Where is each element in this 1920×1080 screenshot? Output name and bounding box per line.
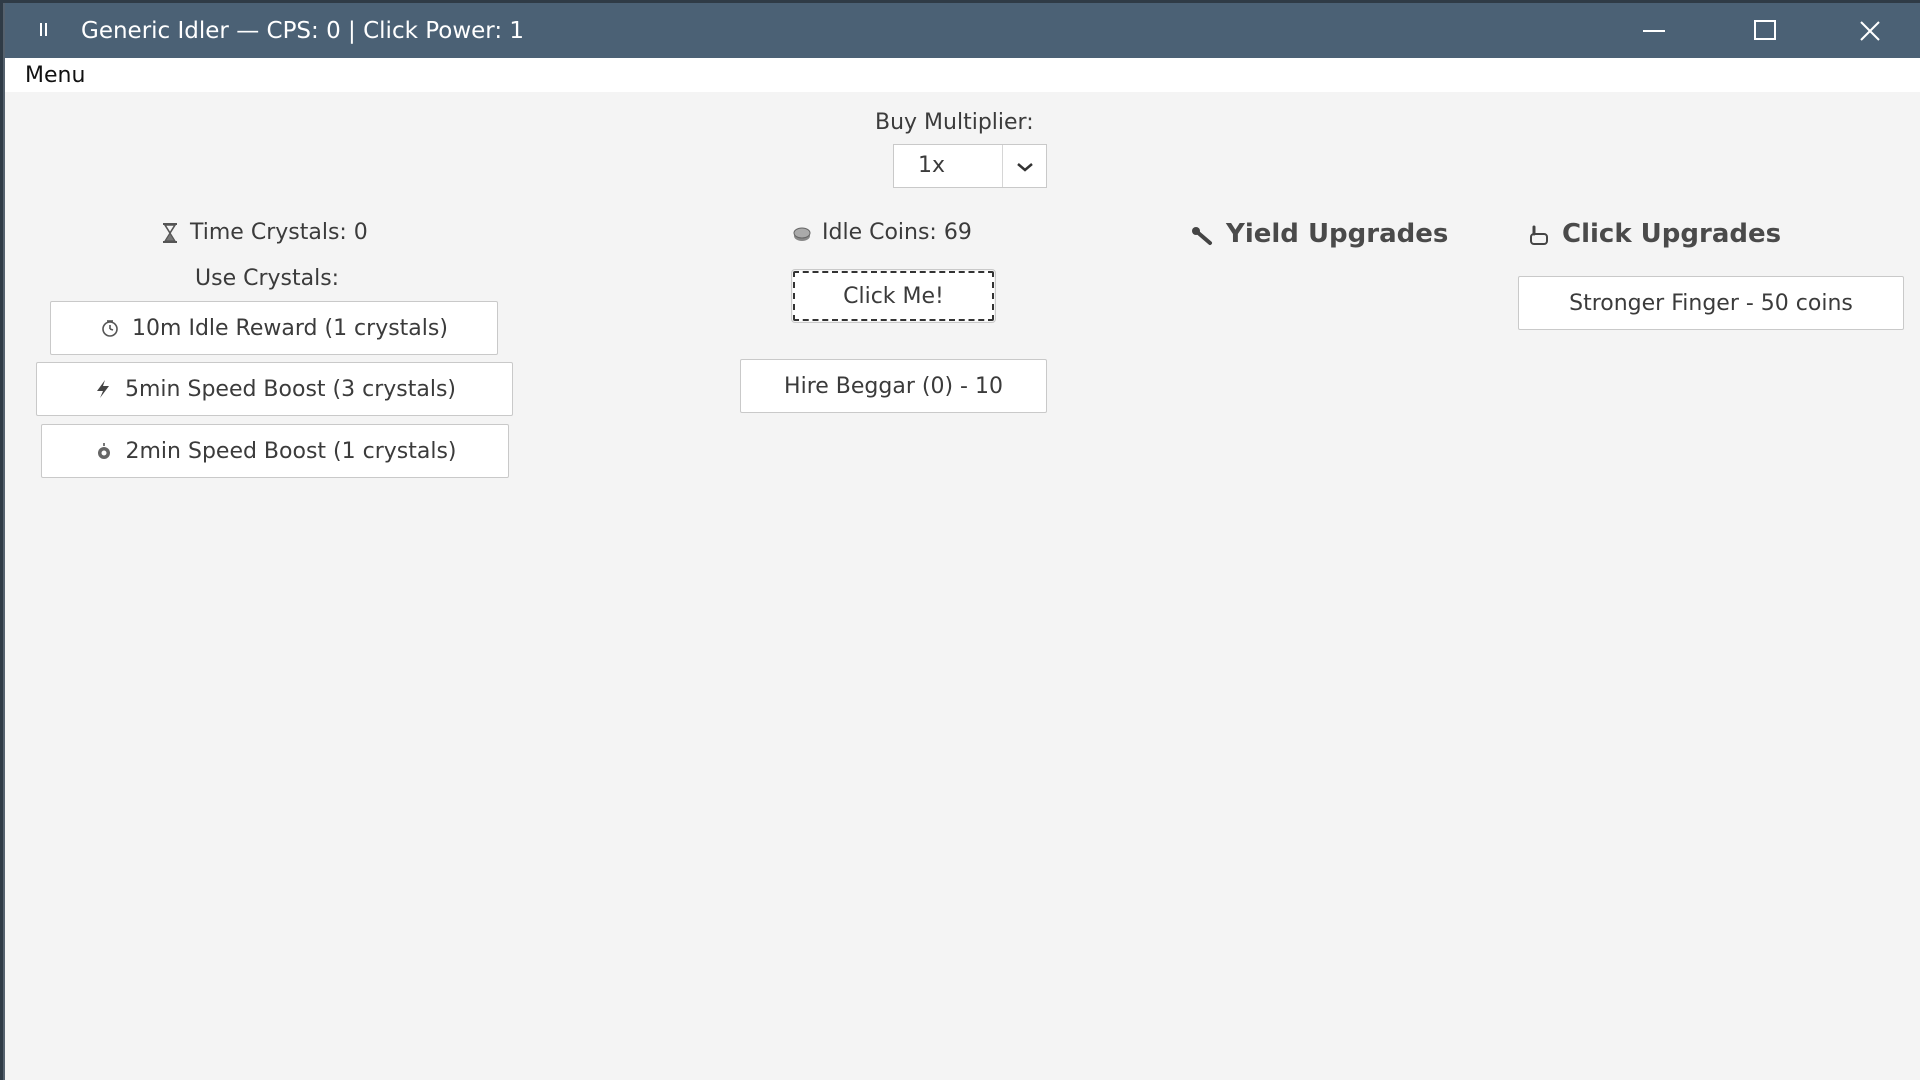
chevron-down-icon (1017, 163, 1033, 172)
use-crystals-label: Use Crystals: (195, 266, 340, 291)
app-icon (39, 23, 49, 37)
click-me-button[interactable]: Click Me! (791, 269, 996, 323)
buy-multiplier-label: Buy Multiplier: (875, 110, 1034, 135)
select-divider (1002, 145, 1003, 187)
click-upgrades-heading: Click Upgrades (1526, 219, 1781, 249)
menu-item-menu[interactable]: Menu (25, 63, 85, 89)
app-window: Generic Idler — CPS: 0 | Click Power: 1 … (3, 3, 1920, 1080)
yield-upgrades-text: Yield Upgrades (1226, 219, 1449, 249)
lightning-icon (97, 380, 109, 398)
buy-multiplier-select[interactable]: 1x (893, 144, 1047, 188)
idle-reward-label: 10m Idle Reward (1 crystals) (132, 315, 448, 341)
clock-icon (102, 320, 118, 337)
idle-reward-button[interactable]: 10m Idle Reward (1 crystals) (50, 301, 498, 355)
minimize-icon (1643, 30, 1665, 32)
time-crystals-label: Time Crystals: 0 (160, 220, 368, 246)
wrench-icon (1192, 226, 1212, 245)
coins-icon (793, 227, 811, 241)
yield-upgrades-heading: Yield Upgrades (1190, 219, 1448, 249)
idle-coins-text: Idle Coins: 69 (822, 220, 972, 245)
window-title: Generic Idler — CPS: 0 | Click Power: 1 (81, 18, 525, 44)
buy-multiplier-value: 1x (918, 153, 946, 178)
hire-beggar-button[interactable]: Hire Beggar (0) - 10 (740, 359, 1047, 413)
close-button[interactable] (1822, 3, 1920, 58)
speed-boost-2min-button[interactable]: 2min Speed Boost (1 crystals) (41, 424, 509, 478)
speed-boost-5min-button[interactable]: 5min Speed Boost (3 crystals) (36, 362, 513, 416)
maximize-button[interactable] (1715, 3, 1815, 58)
maximize-icon (1754, 20, 1776, 40)
pointer-hand-icon (1530, 225, 1548, 245)
minimize-button[interactable] (1603, 3, 1703, 58)
speed-boost-5min-label: 5min Speed Boost (3 crystals) (125, 376, 456, 402)
click-upgrades-text: Click Upgrades (1562, 219, 1782, 249)
hourglass-icon (163, 223, 177, 243)
upgrade-stronger-finger-button[interactable]: Stronger Finger - 50 coins (1518, 276, 1904, 330)
rocket-icon (97, 443, 110, 459)
time-crystals-text: Time Crystals: 0 (190, 220, 368, 245)
title-bar[interactable]: Generic Idler — CPS: 0 | Click Power: 1 (5, 3, 1920, 58)
speed-boost-2min-label: 2min Speed Boost (1 crystals) (125, 438, 457, 464)
idle-coins-label: Idle Coins: 69 (792, 220, 972, 246)
close-icon (1860, 21, 1880, 41)
menu-bar: Menu (5, 58, 1920, 92)
